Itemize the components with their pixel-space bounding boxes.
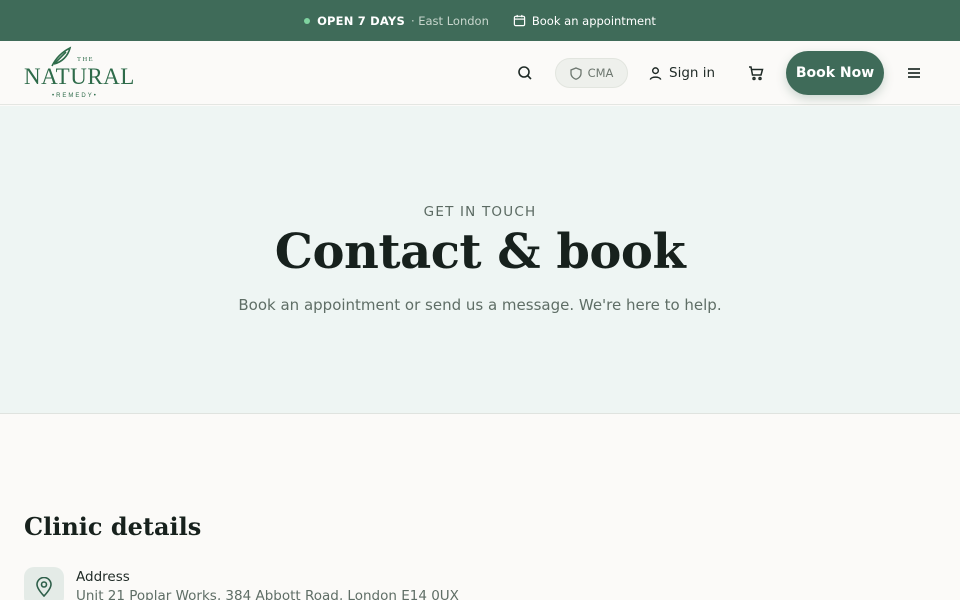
cma-badge-label: CMA: [587, 66, 614, 80]
calendar-icon: [513, 14, 526, 27]
hero-subtitle: Book an appointment or send us a message…: [238, 296, 722, 314]
logo-the: THE: [77, 56, 95, 63]
logo-remedy: •REMEDY•: [52, 93, 98, 99]
menu-button[interactable]: [904, 62, 924, 84]
page-title: Contact & book: [274, 224, 686, 280]
address-label: Address: [76, 569, 130, 585]
shield-icon: [569, 66, 582, 80]
cma-badge: CMA: [555, 58, 628, 88]
user-icon: [649, 66, 662, 80]
address-value: Unit 21 Poplar Works, 384 Abbott Road, L…: [76, 588, 459, 600]
cart-icon: [749, 66, 764, 81]
clinic-details-title: Clinic details: [24, 512, 202, 541]
book-appointment-label: Book an appointment: [531, 13, 656, 28]
book-now-button[interactable]: Book Now: [786, 51, 884, 95]
site-logo[interactable]: THE NATURAL •REMEDY•: [24, 46, 134, 102]
site-header: THE NATURAL •REMEDY• CMA Sign in Book No…: [0, 41, 960, 105]
search-button[interactable]: [514, 62, 536, 84]
search-icon: [518, 66, 532, 80]
address-icon-box: [24, 567, 64, 600]
sign-in-link[interactable]: Sign in: [648, 61, 715, 85]
cart-button[interactable]: [745, 62, 767, 84]
location-pin-icon: [36, 577, 52, 597]
book-appointment-link[interactable]: Book an appointment: [513, 14, 656, 28]
location-label: · East London: [410, 13, 489, 28]
logo-natural: NATURAL: [24, 64, 135, 89]
hero-eyebrow: GET IN TOUCH: [423, 204, 537, 220]
hero-section: GET IN TOUCH Contact & book Book an appo…: [0, 106, 960, 414]
status-dot: [304, 17, 311, 24]
menu-icon: [908, 68, 920, 78]
open-days-label: OPEN 7 DAYS: [317, 13, 405, 28]
announcement-bar: OPEN 7 DAYS · East London Book an appoin…: [0, 0, 960, 41]
sign-in-label: Sign in: [669, 65, 716, 81]
